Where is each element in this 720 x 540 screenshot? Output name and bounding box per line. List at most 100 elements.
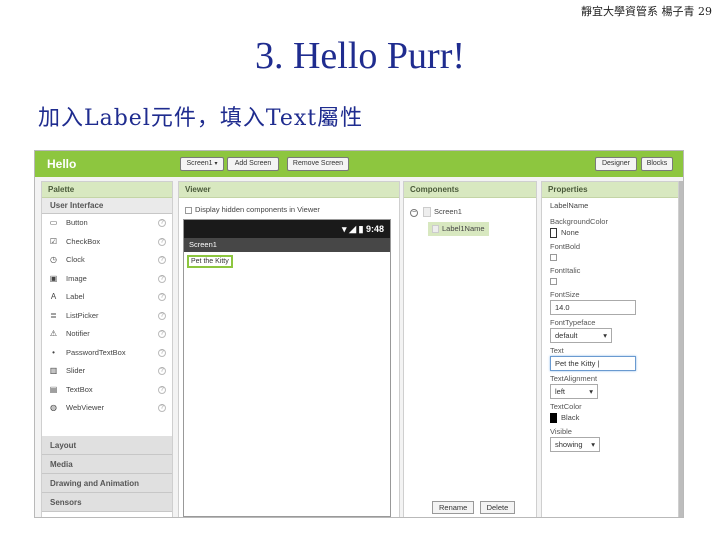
globe-icon: ◍ [50,403,57,412]
palette-item-button[interactable]: ▭ Button? [42,214,172,233]
help-icon[interactable]: ? [158,330,166,338]
visible-dropdown[interactable]: showing ▾ [550,437,600,452]
page-scrollbar[interactable] [679,181,683,517]
palette-item-checkbox[interactable]: ☑ CheckBox? [42,233,172,252]
category-user-interface[interactable]: User Interface [42,198,172,214]
background-color-picker[interactable]: None [550,227,678,239]
text-color-picker[interactable]: Black [550,412,678,424]
checkbox[interactable] [185,206,192,214]
palette-item-webviewer[interactable]: ◍ WebViewer? [42,399,172,418]
label-icon [432,225,439,234]
component-tree: − Screen1 Label1Name [404,198,536,236]
palette-categories: Layout Media Drawing and Animation Sensors [42,436,172,512]
help-icon[interactable]: ? [158,219,166,227]
slide-header: 靜宜大學資管系 楊子青 29 [581,5,712,18]
warning-icon: ⚠ [49,329,58,338]
slide-subtitle: 加入Label元件，填入Text屬性 [38,106,364,131]
help-icon[interactable]: ? [158,367,166,375]
palette-items: ▭ Button? ☑ CheckBox? ◷ Clock? ▣ Image? A Label? ≣… [42,214,172,418]
prop-text-alignment: TextAlignment left ▾ [542,373,678,399]
font-bold-checkbox[interactable] [550,254,557,261]
text-cursor: | [597,359,600,368]
slide-title: 3. Hello Purr! [254,35,466,77]
phone-preview: ▾ ◢ ▮ 9:48 Screen1 Pet the Kitty [183,219,391,517]
palette-item-listpicker[interactable]: ≣ ListPicker? [42,307,172,326]
prop-font-size: FontSize 14.0 [542,289,678,315]
palette-item-passwordtextbox[interactable]: • PasswordTextBox? [42,344,172,363]
color-swatch [550,413,557,424]
prop-visible: Visible showing ▾ [542,426,678,452]
add-screen-button[interactable]: Add Screen [227,157,279,171]
checkbox-icon: ☑ [49,236,58,246]
remove-screen-button[interactable]: Remove Screen [287,157,349,171]
text-input[interactable]: Pet the Kitty | [550,356,636,371]
palette-item-image[interactable]: ▣ Image? [42,270,172,289]
property-component-name: LabelName [550,201,589,210]
palette-item-textbox[interactable]: ▤ TextBox? [42,381,172,400]
collapse-icon[interactable]: − [410,209,418,217]
prop-text-color: TextColor Black [542,401,678,424]
clock-icon: ◷ [50,255,57,264]
component-actions: Rename Delete [432,501,518,514]
battery-icon: ▮ [358,224,364,234]
screen-dropdown[interactable]: Screen1 ▾ [180,157,224,171]
help-icon[interactable]: ? [158,293,166,301]
properties-header: Properties [542,182,678,198]
tree-node-screen1[interactable]: − Screen1 [410,204,536,220]
hidden-components-toggle[interactable]: Display hidden components in Viewer [185,205,320,214]
help-icon[interactable]: ? [158,385,166,394]
tree-node-label1[interactable]: Label1Name [428,222,489,236]
palette-item-clock[interactable]: ◷ Clock? [42,251,172,270]
palette-header: Palette [42,182,172,198]
chevron-down-icon: ▾ [589,387,593,396]
designer-toolbar: Hello Screen1 ▾ Add Screen Remove Screen… [35,151,683,177]
app-inventor-screenshot: Hello Screen1 ▾ Add Screen Remove Screen… [34,150,684,518]
palette-panel: Palette User Interface ▭ Button? ☑ CheckBox… [41,181,173,517]
prop-font-bold: FontBold [542,241,678,263]
password-icon: • [52,347,55,357]
slider-icon: ▥ [49,366,58,375]
viewer-panel: Viewer Display hidden components in View… [178,181,400,517]
palette-item-slider[interactable]: ▥ Slider? [42,362,172,381]
category-layout[interactable]: Layout [42,436,172,455]
screen-title-bar: Screen1 [184,238,390,252]
category-media[interactable]: Media [42,455,172,474]
color-swatch [550,228,557,239]
prop-font-typeface: FontTypeface default ▾ [542,317,678,343]
help-icon[interactable]: ? [158,311,166,320]
status-time: 9:48 [365,224,384,234]
chevron-down-icon: ▾ [603,331,607,340]
rename-button[interactable]: Rename [432,501,475,514]
blocks-button[interactable]: Blocks [641,157,673,171]
selected-label-component[interactable]: Pet the Kitty [187,255,233,268]
listpicker-icon: ≣ [50,310,57,320]
prop-text: Text Pet the Kitty | [542,345,678,371]
delete-button[interactable]: Delete [479,501,516,514]
wifi-icon: ▾ [342,224,347,234]
font-italic-checkbox[interactable] [550,278,557,285]
phone-status-bar: ▾ ◢ ▮ 9:48 [184,220,390,238]
components-panel: Components − Screen1 Label1Name Rename De… [403,181,537,517]
label-icon: A [50,292,57,301]
viewer-header: Viewer [179,182,399,198]
screen-icon [423,207,431,218]
help-icon[interactable]: ? [158,404,166,412]
category-drawing-and-animation[interactable]: Drawing and Animation [42,474,172,493]
chevron-down-icon: ▾ [591,440,595,449]
prop-background-color: BackgroundColor None [542,216,678,239]
font-size-input[interactable]: 14.0 [550,300,636,315]
help-icon[interactable]: ? [158,274,166,283]
properties-panel: Properties LabelName BackgroundColor Non… [541,181,679,517]
textbox-icon: ▤ [49,384,58,394]
designer-button[interactable]: Designer [595,157,637,171]
category-sensors[interactable]: Sensors [42,493,172,512]
palette-item-label[interactable]: A Label? [42,288,172,307]
help-icon[interactable]: ? [158,348,166,357]
help-icon[interactable]: ? [158,237,166,246]
font-typeface-dropdown[interactable]: default ▾ [550,328,612,343]
project-name: Hello [47,157,77,171]
palette-item-notifier[interactable]: ⚠ Notifier? [42,325,172,344]
button-icon: ▭ [49,218,58,227]
text-alignment-dropdown[interactable]: left ▾ [550,384,598,399]
help-icon[interactable]: ? [158,256,166,264]
